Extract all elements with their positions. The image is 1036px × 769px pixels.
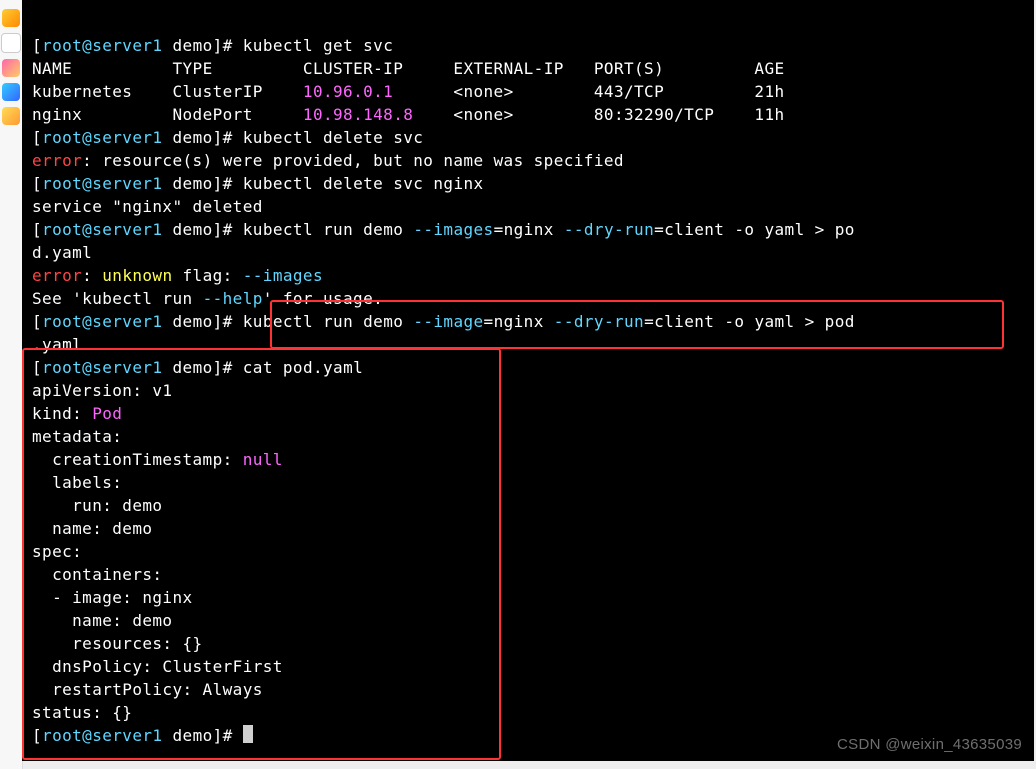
svc-row: kubernetes ClusterIP 10.96.0.1 <none> 44… xyxy=(32,82,785,101)
sidebar xyxy=(0,0,23,769)
yaml-line: dnsPolicy: ClusterFirst xyxy=(32,657,283,676)
watermark: CSDN @weixin_43635039 xyxy=(837,736,1022,753)
sidebar-icon[interactable] xyxy=(2,83,20,101)
cmd-run-good: kubectl run demo xyxy=(243,312,414,331)
error-label: error xyxy=(32,151,82,170)
prompt-cwd: demo xyxy=(173,36,213,55)
yaml-line: run: demo xyxy=(32,496,162,515)
yaml-line: name: demo xyxy=(32,611,172,630)
yaml-line: kind: xyxy=(32,404,82,423)
yaml-line: restartPolicy: Always xyxy=(32,680,263,699)
error-text: : resource(s) were provided, but no name… xyxy=(82,151,624,170)
yaml-line: metadata: xyxy=(32,427,122,446)
terminal[interactable]: [root@server1 demo]# kubectl get svc NAM… xyxy=(22,0,1034,761)
msg-deleted: service "nginx" deleted xyxy=(32,197,263,216)
prompt-user-host: root@server1 xyxy=(42,36,162,55)
cmd-delete-svc-nginx: kubectl delete svc nginx xyxy=(243,174,484,193)
sidebar-icon[interactable] xyxy=(1,33,21,53)
svc-row: nginx NodePort 10.98.148.8 <none> 80:322… xyxy=(32,105,785,124)
sidebar-icon[interactable] xyxy=(2,9,20,27)
yaml-line: labels: xyxy=(32,473,122,492)
sidebar-icon[interactable] xyxy=(2,59,20,77)
cursor[interactable] xyxy=(243,725,253,743)
yaml-line: apiVersion: v1 xyxy=(32,381,172,400)
yaml-line: resources: {} xyxy=(32,634,203,653)
error-label: error xyxy=(32,266,82,285)
svc-header: NAME TYPE CLUSTER-IP EXTERNAL-IP PORT(S)… xyxy=(32,59,785,78)
yaml-line: creationTimestamp: xyxy=(32,450,233,469)
yaml-line: containers: xyxy=(32,565,162,584)
cmd-get-svc: kubectl get svc xyxy=(243,36,394,55)
yaml-line: status: {} xyxy=(32,703,132,722)
yaml-line: spec: xyxy=(32,542,82,561)
cmd-delete-svc: kubectl delete svc xyxy=(243,128,424,147)
prompt-bracket: [ xyxy=(32,36,42,55)
cmd-cat: cat pod.yaml xyxy=(243,358,363,377)
sidebar-icon[interactable] xyxy=(2,107,20,125)
yaml-line: name: demo xyxy=(32,519,152,538)
cmd-run-bad: kubectl run demo xyxy=(243,220,414,239)
yaml-line: - image: nginx xyxy=(32,588,193,607)
